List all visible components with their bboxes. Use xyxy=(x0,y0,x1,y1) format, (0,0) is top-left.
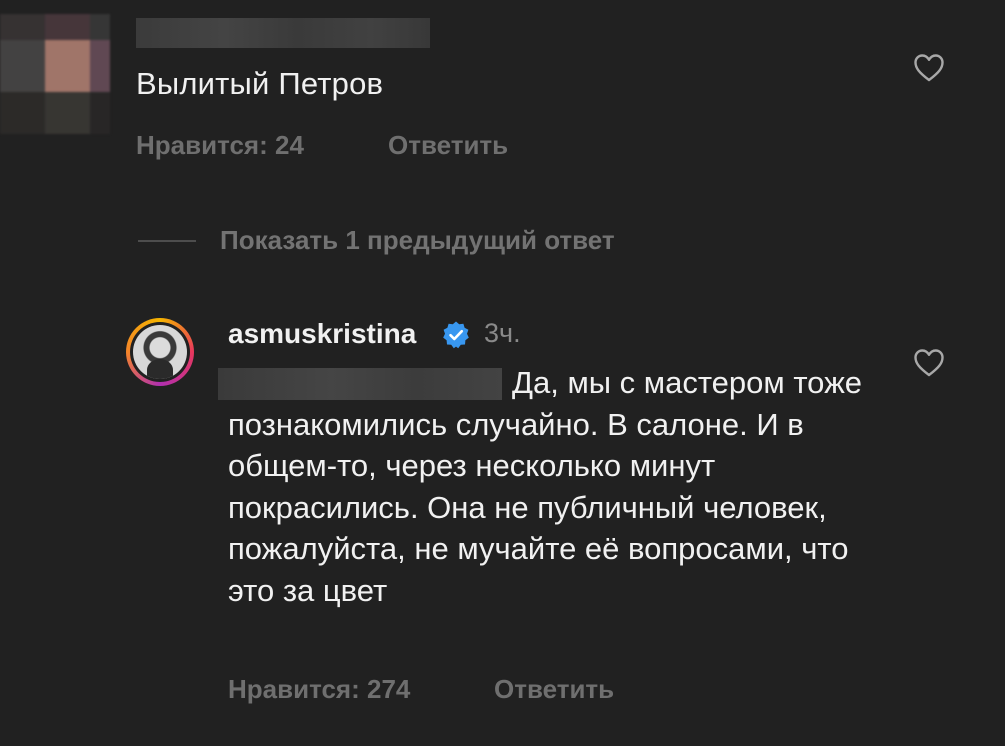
thread-divider-line xyxy=(138,240,196,242)
heart-outline-icon[interactable] xyxy=(913,348,945,378)
verified-badge-icon xyxy=(441,320,471,350)
heart-outline-icon-svg xyxy=(914,54,944,82)
reply-reply-button[interactable]: Ответить xyxy=(494,674,614,705)
reply-like-count[interactable]: Нравится: 274 xyxy=(228,674,410,705)
reply-avatar[interactable] xyxy=(126,318,194,386)
comments-screen: Вылитый Петров Нравится: 24 Ответить Пок… xyxy=(0,0,1005,746)
avatar-inner-ring xyxy=(130,322,190,382)
show-previous-replies-button[interactable]: Показать 1 предыдущий ответ xyxy=(220,225,615,256)
comment-like-count[interactable]: Нравится: 24 xyxy=(136,130,304,161)
reply-timestamp: 3ч. xyxy=(484,318,521,348)
comment-text: Вылитый Петров xyxy=(136,66,384,101)
avatar-photo xyxy=(133,325,187,379)
reply-username[interactable]: asmuskristina xyxy=(228,318,416,350)
commenter-username-redacted[interactable] xyxy=(136,18,430,48)
verified-badge-icon-svg xyxy=(443,321,469,349)
commenter-avatar-blurred[interactable] xyxy=(0,14,110,134)
heart-outline-icon-svg xyxy=(914,349,944,377)
heart-outline-icon[interactable] xyxy=(913,53,945,83)
comment-reply-button[interactable]: Ответить xyxy=(388,130,508,161)
reply-text: Да, мы с мастером тоже познакомились слу… xyxy=(228,365,863,608)
